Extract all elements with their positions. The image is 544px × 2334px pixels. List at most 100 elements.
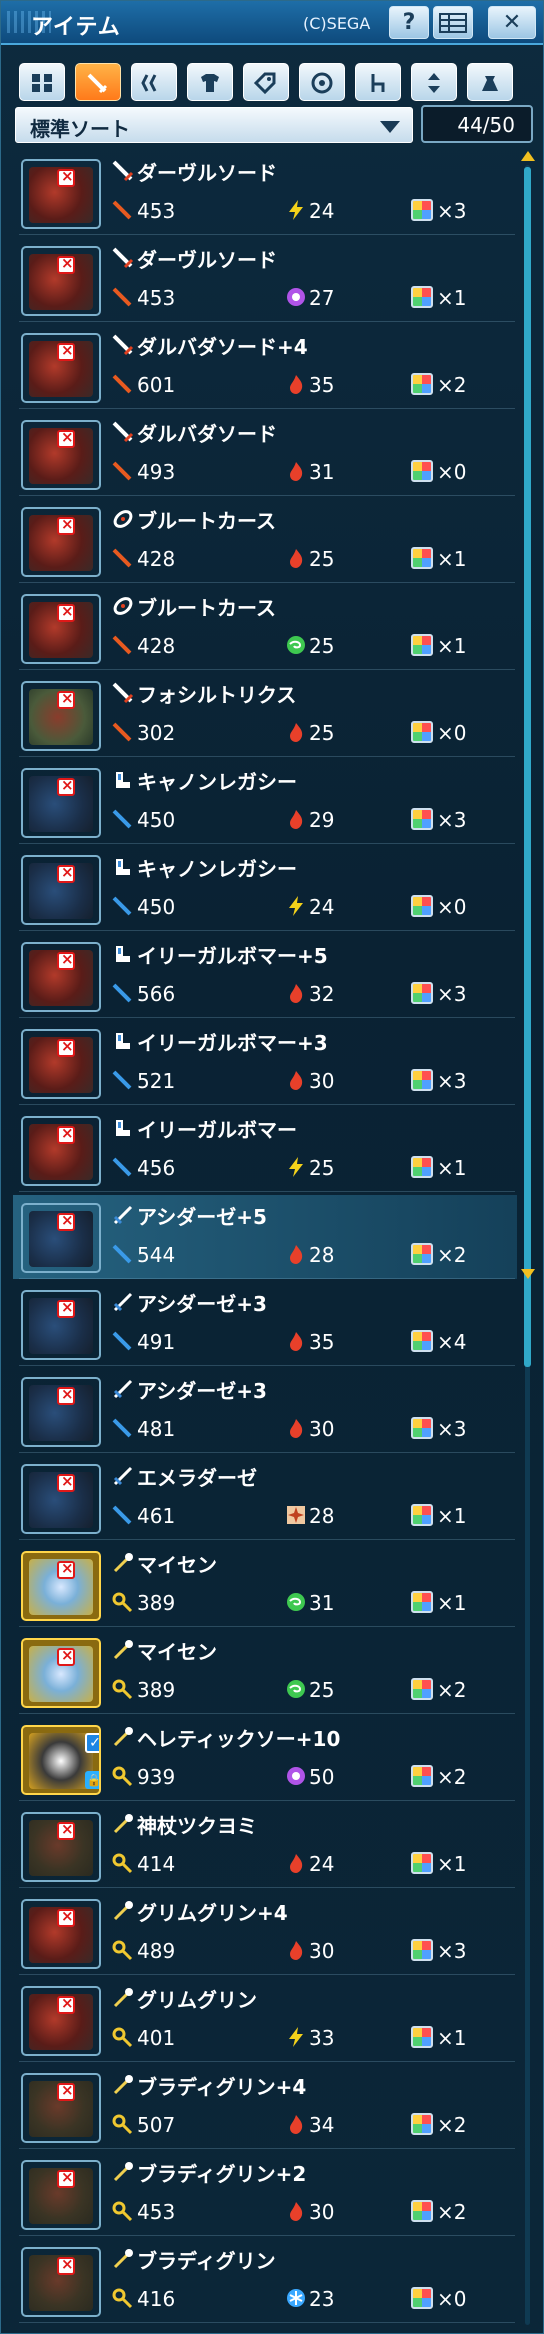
item-name: キャノンレガシー [137, 770, 297, 794]
copyright-label: (C)SEGA [303, 14, 371, 33]
item-row[interactable]: ダルバダソード 493 31 ×0 [13, 412, 517, 496]
tech-attack-icon [112, 2288, 133, 2309]
slot-icon [411, 373, 433, 395]
scroll-thumb[interactable] [524, 167, 531, 1367]
attack-value: 453 [137, 286, 176, 310]
not-equippable-icon [57, 1646, 75, 1666]
item-thumbnail [21, 246, 101, 316]
item-row[interactable]: エメラダーゼ 461 28 ×1 [13, 1456, 517, 1540]
item-row[interactable]: マイセン 389 25 ×2 [13, 1630, 517, 1714]
item-row[interactable]: グリムグリン 401 33 ×1 [13, 1978, 517, 2062]
item-row[interactable]: ブラディグリン+4 507 34 ×2 [13, 2065, 517, 2149]
item-row[interactable]: ブルートカース 428 25 ×1 [13, 499, 517, 583]
item-row[interactable]: グリムグリン+4 489 30 ×3 [13, 1891, 517, 1975]
scroll-up-arrow-icon[interactable] [521, 151, 535, 161]
fire-element-icon [290, 2115, 303, 2134]
knuckle-type-icon [116, 1120, 130, 1136]
ranged-attack-icon [112, 1157, 132, 1177]
item-row[interactable]: ダーヴルソード 453 27 ×1 [13, 238, 517, 322]
sort-label: 標準ソート [30, 117, 130, 141]
not-equippable-icon [57, 776, 75, 796]
row-divider [19, 930, 515, 931]
tag-icon [253, 72, 276, 95]
item-row[interactable]: イリーガルボマー+3 521 30 ×3 [13, 1021, 517, 1105]
row-divider [19, 1539, 515, 1540]
rod-type-icon [113, 1553, 133, 1573]
tab-grid[interactable] [19, 63, 65, 101]
item-row[interactable]: マイセン 389 31 ×1 [13, 1543, 517, 1627]
item-count: 44/50 [457, 113, 515, 137]
item-row[interactable]: ダルバダソード+4 601 35 ×2 [13, 325, 517, 409]
sword-type-icon [112, 334, 134, 356]
item-row[interactable]: アシダーゼ+5 544 28 ×2 [13, 1195, 517, 1279]
item-row[interactable]: キャノンレガシー 450 29 ×3 [13, 760, 517, 844]
item-thumbnail: ✓ 🔒 [21, 1725, 101, 1795]
tab-tag[interactable] [243, 63, 289, 101]
element-value: 24 [309, 895, 335, 919]
element-value: 35 [309, 373, 335, 397]
chevron-down-icon [380, 121, 400, 133]
slot-count: ×1 [437, 1591, 467, 1615]
item-row[interactable]: ✓ 🔒 ヘレティックソー+10 939 50 ×2 [13, 1717, 517, 1801]
element-value: 24 [309, 1852, 335, 1876]
tab-disc[interactable] [299, 63, 345, 101]
scrollbar[interactable] [521, 151, 535, 2334]
slot-count: ×2 [437, 2113, 467, 2137]
element-value: 29 [309, 808, 335, 832]
item-row[interactable]: イリーガルボマー 456 25 ×1 [13, 1108, 517, 1192]
slot-count: ×3 [437, 982, 467, 1006]
row-divider [19, 1452, 515, 1453]
attack-value: 428 [137, 547, 176, 571]
fire-element-icon [290, 462, 303, 481]
tech-attack-icon [112, 1592, 133, 1613]
slot-icon [411, 1678, 433, 1700]
sort-dropdown[interactable]: 標準ソート [15, 107, 413, 143]
item-row[interactable]: ダーヴルソード 453 24 ×3 [13, 151, 517, 235]
item-row[interactable]: ブルートカース 428 25 ×1 [13, 586, 517, 670]
rod-type-icon [113, 1727, 133, 1747]
item-thumbnail [21, 942, 101, 1012]
rod-type-icon [113, 1901, 133, 1921]
item-row[interactable]: アシダーゼ+3 481 30 ×3 [13, 1369, 517, 1453]
tab-twin-blade[interactable] [131, 63, 177, 101]
item-name: ブルートカース [137, 596, 276, 620]
item-thumbnail [21, 1899, 101, 1969]
item-row[interactable]: ブラディグリン+2 453 30 ×2 [13, 2152, 517, 2236]
item-row[interactable]: アシダーゼ+3 491 35 ×4 [13, 1282, 517, 1366]
slot-count: ×0 [437, 2287, 467, 2311]
slot-count: ×3 [437, 1069, 467, 1093]
not-equippable-icon [57, 602, 75, 622]
wind-element-icon [287, 1593, 305, 1611]
attack-value: 566 [137, 982, 176, 1006]
slot-icon [411, 2113, 433, 2135]
item-row[interactable]: キャノンレガシー 450 24 ×0 [13, 847, 517, 931]
item-row[interactable]: フォシルトリクス 302 25 ×0 [13, 673, 517, 757]
element-value: 28 [309, 1243, 335, 1267]
close-button[interactable]: ✕ [488, 6, 536, 39]
item-name: グリムグリン [137, 1988, 257, 2012]
not-equippable-icon [57, 1211, 75, 1231]
tab-bag[interactable] [467, 63, 513, 101]
item-name: キャノンレガシー [137, 857, 297, 881]
item-row[interactable]: 神杖ツクヨミ 414 24 ×1 [13, 1804, 517, 1888]
dagger-type-icon [113, 1379, 133, 1399]
slot-count: ×2 [437, 373, 467, 397]
item-row[interactable]: イリーガルボマー+5 566 32 ×3 [13, 934, 517, 1018]
rod-type-icon [113, 1814, 133, 1834]
striking-attack-icon [112, 374, 132, 394]
item-name: ブラディグリン+2 [137, 2162, 307, 2186]
item-name: 神杖ツクヨミ [137, 1814, 257, 1838]
tab-sword[interactable] [75, 63, 121, 101]
layout-button[interactable] [433, 6, 473, 39]
tab-shirt[interactable] [187, 63, 233, 101]
item-thumbnail [21, 1551, 101, 1621]
item-row[interactable]: ブラディグリン 416 23 ×0 [13, 2239, 517, 2323]
row-divider [19, 1800, 515, 1801]
scroll-down-arrow-icon[interactable] [521, 1269, 535, 1279]
fire-element-icon [290, 810, 303, 829]
tab-chair[interactable] [355, 63, 401, 101]
help-button[interactable]: ? [389, 6, 429, 39]
tab-arrows[interactable] [411, 63, 457, 101]
attack-value: 414 [137, 1852, 176, 1876]
title-bar[interactable]: アイテム (C)SEGA ? ✕ [1, 1, 543, 45]
